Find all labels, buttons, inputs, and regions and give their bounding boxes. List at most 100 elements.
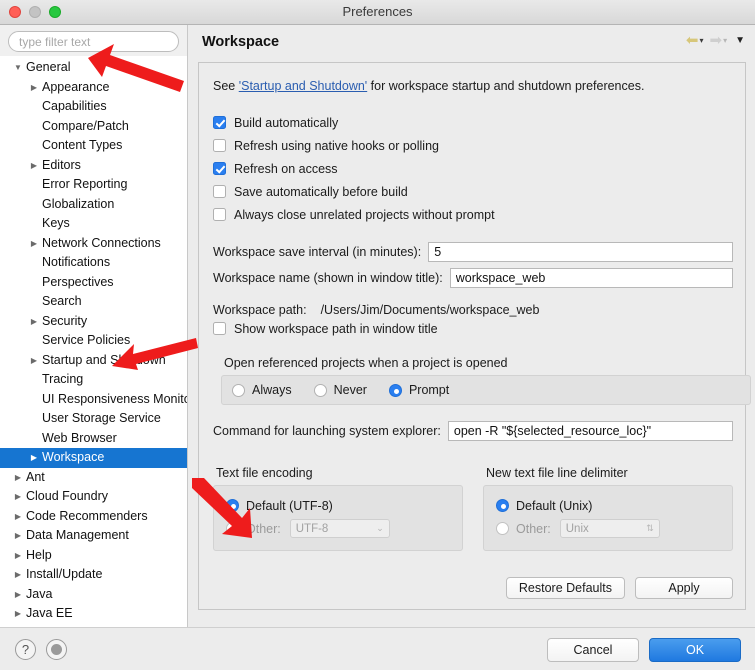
checkbox-row[interactable]: Save automatically before build: [213, 180, 733, 203]
radio-unselected-icon[interactable]: [232, 383, 245, 397]
sidebar-item-label: Notifications: [42, 255, 111, 269]
back-button[interactable]: ⬅ ▾: [684, 33, 706, 48]
sidebar-item-globalization[interactable]: Globalization: [0, 195, 187, 215]
sidebar-item-label: UI Responsiveness Monitor: [42, 391, 188, 406]
sidebar-item-tracing[interactable]: Tracing: [0, 370, 187, 390]
delimiter-default-radio-row[interactable]: Default (Unix): [496, 494, 720, 517]
checkbox-checked-icon[interactable]: [213, 116, 226, 129]
startup-and-shutdown-link[interactable]: 'Startup and Shutdown': [239, 79, 367, 93]
radio-button-icon[interactable]: [496, 522, 509, 535]
radio-row[interactable]: Prompt: [388, 383, 449, 397]
preferences-sidebar: ▼General▶AppearanceCapabilitiesCompare/P…: [0, 25, 188, 627]
radio-button-icon[interactable]: [226, 499, 239, 512]
sidebar-item-capabilities[interactable]: Capabilities: [0, 97, 187, 117]
chevron-right-icon[interactable]: ▶: [28, 312, 40, 332]
encoding-other-radio-row[interactable]: Other: UTF-8 ⌄: [226, 517, 450, 540]
sidebar-item-web-browser[interactable]: Web Browser: [0, 429, 187, 449]
sidebar-item-service-policies[interactable]: Service Policies: [0, 331, 187, 351]
sidebar-item-ui-responsiveness-monitor[interactable]: UI Responsiveness Monitor: [0, 390, 187, 410]
checkbox-row[interactable]: Refresh using native hooks or polling: [213, 134, 733, 157]
forward-button[interactable]: ➡ ▾: [708, 33, 730, 48]
encoding-other-select[interactable]: UTF-8 ⌄: [289, 519, 390, 538]
chevron-right-icon[interactable]: ▶: [28, 156, 40, 176]
preferences-content: Workspace ⬅ ▾ ➡ ▾ ▼ See 'Startup and Shu…: [189, 25, 755, 627]
chevron-right-icon[interactable]: ▶: [28, 351, 40, 371]
sidebar-item-ant[interactable]: ▶ Ant: [0, 468, 187, 488]
chevron-right-icon[interactable]: ▶: [28, 78, 40, 98]
sidebar-item-perspectives[interactable]: Perspectives: [0, 273, 187, 293]
sidebar-item-search[interactable]: Search: [0, 292, 187, 312]
sidebar-item-general[interactable]: ▼ General: [0, 58, 187, 78]
chevron-right-icon[interactable]: ▶: [28, 448, 40, 468]
sidebar-item-help[interactable]: ▶ Help: [0, 546, 187, 566]
chevron-right-icon[interactable]: ▶: [12, 585, 24, 605]
explorer-command-input[interactable]: [447, 421, 733, 441]
sidebar-item-install-update[interactable]: ▶ Install/Update: [0, 565, 187, 585]
chevron-right-icon[interactable]: ▶: [12, 468, 24, 488]
radio-selected-icon[interactable]: [388, 383, 402, 397]
sidebar-item-user-storage-service[interactable]: User Storage Service: [0, 409, 187, 429]
checkbox-checked-icon[interactable]: [213, 162, 226, 175]
sidebar-item-label: Install/Update: [26, 567, 103, 581]
show-workspace-path-checkbox[interactable]: Show workspace path in window title: [213, 317, 733, 340]
forward-dropdown-icon[interactable]: ▾: [723, 36, 727, 45]
sidebar-item-appearance[interactable]: ▶ Appearance: [0, 78, 187, 98]
sidebar-item-notifications[interactable]: Notifications: [0, 253, 187, 273]
checkbox-row[interactable]: Always close unrelated projects without …: [213, 203, 733, 226]
sidebar-item-cloud-foundry[interactable]: ▶ Cloud Foundry: [0, 487, 187, 507]
sidebar-item-code-recommenders[interactable]: ▶ Code Recommenders: [0, 507, 187, 527]
chevron-right-icon[interactable]: ▶: [12, 604, 24, 624]
help-button[interactable]: ?: [15, 639, 36, 660]
view-menu-icon[interactable]: ▼: [735, 35, 745, 46]
search-input[interactable]: [8, 31, 179, 52]
sidebar-item-java-ee[interactable]: ▶ Java EE: [0, 604, 187, 624]
restore-defaults-button[interactable]: Restore Defaults: [505, 577, 625, 599]
sidebar-item-security[interactable]: ▶ Security: [0, 312, 187, 332]
sidebar-item-content-types[interactable]: Content Types: [0, 136, 187, 156]
ok-button[interactable]: OK: [649, 638, 741, 662]
checkbox-row[interactable]: Build automatically: [213, 111, 733, 134]
apply-button[interactable]: Apply: [635, 577, 733, 599]
checkbox-unchecked-icon[interactable]: [213, 208, 226, 221]
sidebar-item-keys[interactable]: Keys: [0, 214, 187, 234]
back-dropdown-icon[interactable]: ▾: [699, 36, 703, 45]
checkbox-row[interactable]: Refresh on access: [213, 157, 733, 180]
radio-button-icon[interactable]: [226, 522, 239, 535]
sidebar-item-workspace[interactable]: ▶ Workspace: [0, 448, 187, 468]
workspace-name-row: Workspace name (shown in window title):: [213, 265, 733, 291]
sidebar-item-label: Java EE: [26, 606, 73, 620]
delimiter-other-select[interactable]: Unix ⇅: [559, 519, 660, 538]
workspace-name-input[interactable]: [449, 268, 733, 288]
checkbox-label: Build automatically: [234, 115, 339, 130]
checkbox-box-icon[interactable]: [213, 322, 226, 335]
cancel-button[interactable]: Cancel: [547, 638, 639, 662]
sidebar-item-error-reporting[interactable]: Error Reporting: [0, 175, 187, 195]
checkbox-label: Always close unrelated projects without …: [234, 207, 495, 222]
chevron-right-icon[interactable]: ▶: [12, 546, 24, 566]
encoding-other-value: UTF-8: [295, 522, 329, 535]
chevron-right-icon[interactable]: ▶: [28, 234, 40, 254]
sidebar-item-java[interactable]: ▶ Java: [0, 585, 187, 605]
sidebar-item-data-management[interactable]: ▶ Data Management: [0, 526, 187, 546]
sidebar-item-compare-patch[interactable]: Compare/Patch: [0, 117, 187, 137]
radio-row[interactable]: Never: [313, 383, 367, 397]
workspace-save-interval-input[interactable]: [428, 242, 733, 262]
chevron-right-icon[interactable]: ▶: [12, 487, 24, 507]
delimiter-other-radio-row[interactable]: Other: Unix ⇅: [496, 517, 720, 540]
sidebar-item-label: Search: [42, 294, 82, 308]
radio-button-icon[interactable]: [496, 499, 509, 512]
chevron-down-icon[interactable]: ▼: [12, 58, 24, 78]
delimiter-other-label: Other:: [516, 521, 551, 536]
checkbox-unchecked-icon[interactable]: [213, 139, 226, 152]
sidebar-item-editors[interactable]: ▶ Editors: [0, 156, 187, 176]
chevron-right-icon[interactable]: ▶: [12, 526, 24, 546]
radio-unselected-icon[interactable]: [313, 383, 327, 397]
chevron-right-icon[interactable]: ▶: [12, 507, 24, 527]
sidebar-item-network-connections[interactable]: ▶ Network Connections: [0, 234, 187, 254]
record-button[interactable]: [46, 639, 67, 660]
radio-row[interactable]: Always: [232, 383, 292, 397]
sidebar-item-startup-and-shutdown[interactable]: ▶ Startup and Shutdown: [0, 351, 187, 371]
chevron-right-icon[interactable]: ▶: [12, 565, 24, 585]
encoding-default-radio-row[interactable]: Default (UTF-8): [226, 494, 450, 517]
checkbox-unchecked-icon[interactable]: [213, 185, 226, 198]
